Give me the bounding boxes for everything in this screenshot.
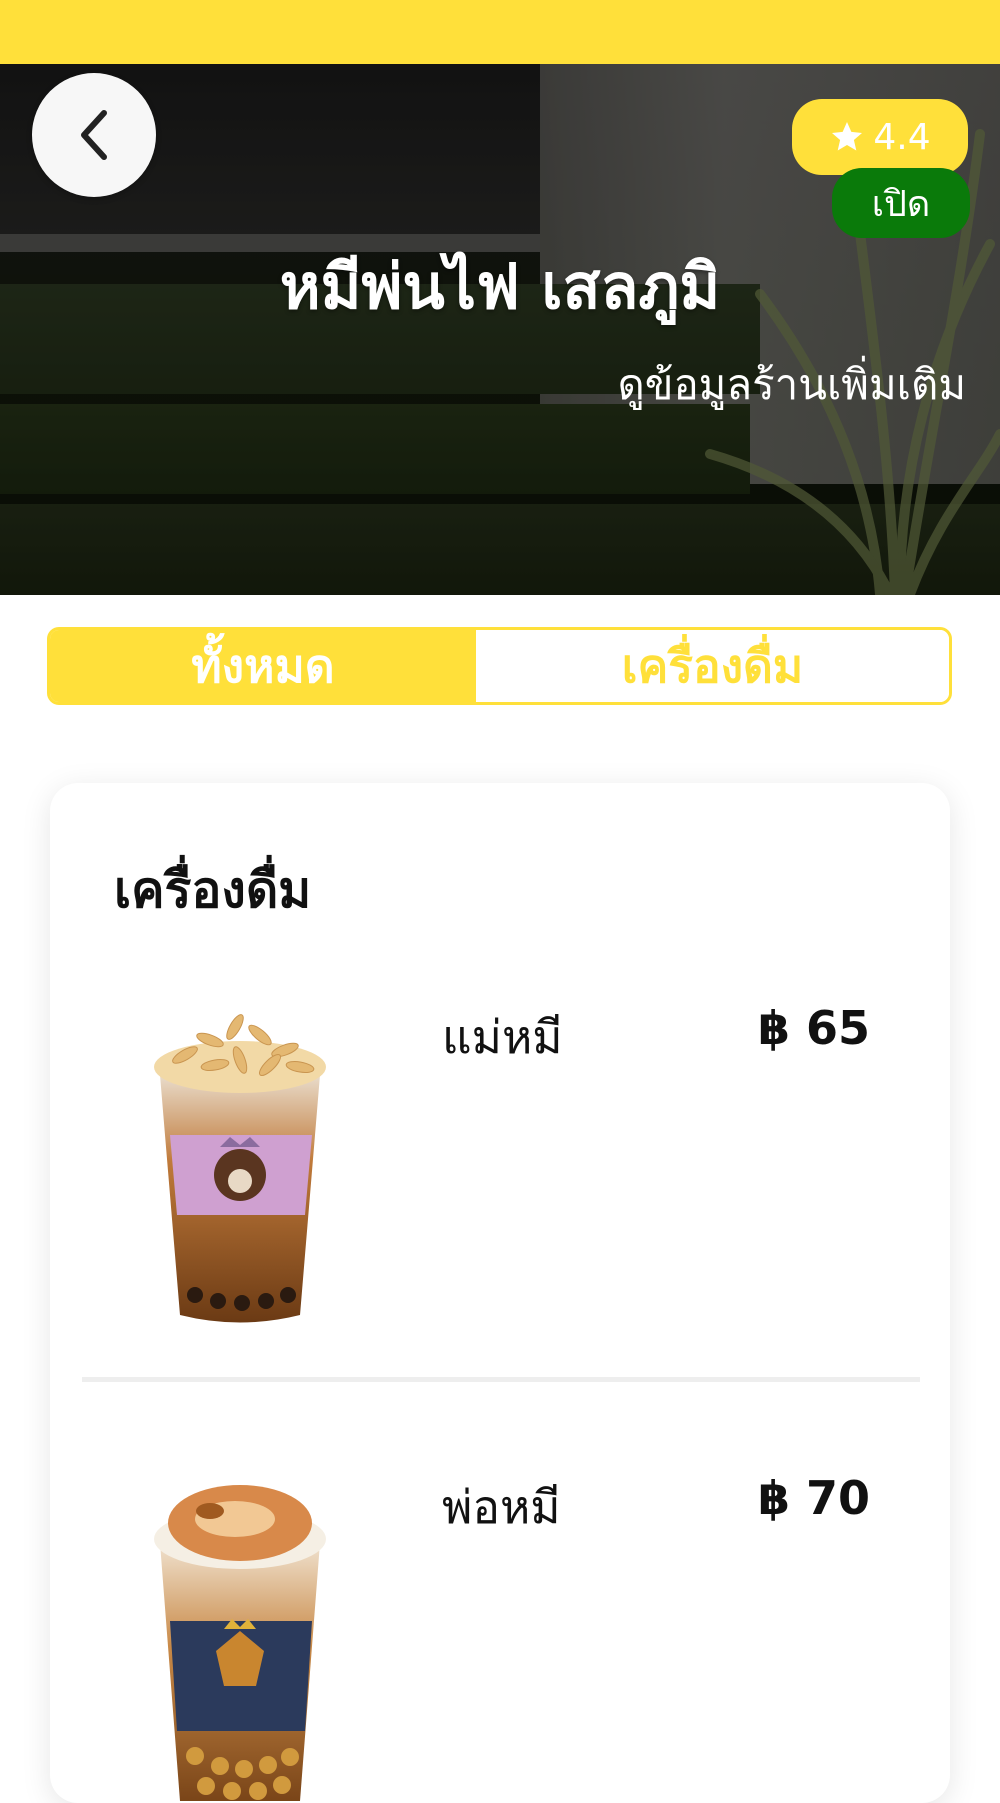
tab-all[interactable]: ทั้งหมด <box>50 630 476 702</box>
store-more-info-link[interactable]: ดูข้อมูลร้านเพิ่มเติม <box>617 352 966 418</box>
menu-item-name: พ่อหมี <box>442 1480 561 1534</box>
back-button[interactable] <box>32 73 156 197</box>
chevron-left-icon <box>81 110 107 160</box>
menu-item-image <box>154 1014 326 1323</box>
category-tabs: ทั้งหมด เครื่องดื่ม <box>47 627 952 705</box>
rating-value: 4.4 <box>873 116 931 158</box>
star-icon <box>832 122 863 151</box>
menu-divider <box>82 1377 920 1382</box>
menu-card: เครื่องดื่ม แม่หมี ฿ 65 พ่อหมี ฿ 70 <box>50 783 950 1803</box>
open-status-badge: เปิด <box>832 168 970 238</box>
tab-drinks[interactable]: เครื่องดื่ม <box>476 630 949 702</box>
open-status-label: เปิด <box>871 183 931 225</box>
menu-item-price: ฿ 65 <box>757 1001 870 1055</box>
store-title: หมีพ่นไฟ เสลภูมิ <box>279 250 721 323</box>
rating-badge: 4.4 <box>792 99 968 175</box>
menu-section-title: เครื่องดื่ม <box>114 861 312 919</box>
menu-item-price: ฿ 70 <box>757 1471 870 1525</box>
menu-item-name: แม่หมี <box>442 1010 563 1064</box>
status-bar <box>0 0 1000 64</box>
menu-item-image <box>154 1485 326 1801</box>
